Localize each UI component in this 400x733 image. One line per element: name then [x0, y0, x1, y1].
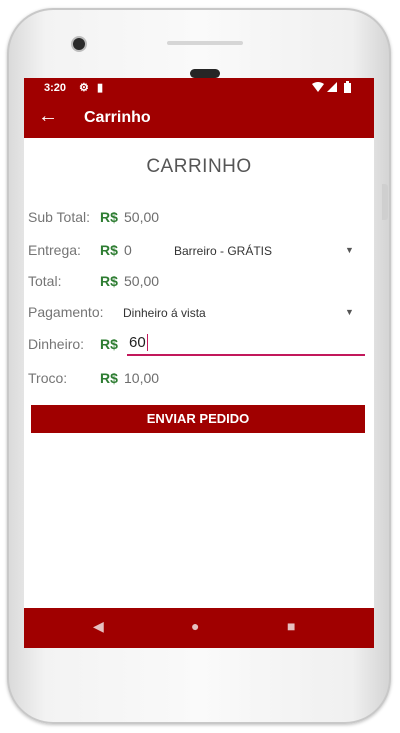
entrega-select[interactable]: Barreiro - GRÁTIS ▼ [169, 238, 359, 262]
chevron-down-icon: ▼ [345, 307, 354, 317]
earpiece-speaker [190, 69, 220, 78]
dinheiro-input-value: 60 [129, 334, 146, 351]
sd-card-icon: ▮ [97, 82, 104, 94]
nav-bar: ◀ ● ■ [24, 608, 374, 648]
top-slit [167, 41, 243, 45]
dinheiro-currency: R$ [100, 336, 118, 352]
subtotal-value: 50,00 [124, 209, 160, 225]
screen: 3:20 ⚙ ▮ ← Carrinho CARRINHO Sub Total: … [24, 78, 374, 648]
app-bar-title: Carrinho [84, 109, 151, 126]
total-value: 50,00 [124, 273, 160, 289]
nav-recents-icon[interactable]: ■ [287, 618, 295, 634]
arrow-left-icon[interactable]: ← [38, 105, 58, 128]
status-time: 3:20 [44, 82, 67, 94]
troco-label: Troco: [28, 370, 68, 386]
entrega-value: 0 [124, 242, 132, 258]
total-label: Total: [28, 273, 62, 289]
dinheiro-label: Dinheiro: [28, 336, 85, 352]
pagamento-label: Pagamento: [28, 304, 104, 320]
subtotal-label: Sub Total: [28, 209, 91, 225]
entrega-label: Entrega: [28, 242, 81, 258]
entrega-select-value: Barreiro - GRÁTIS [174, 244, 273, 258]
input-underline [127, 354, 365, 356]
page-title: CARRINHO [146, 156, 252, 177]
nav-home-icon[interactable]: ● [191, 618, 199, 634]
enviar-pedido-button[interactable]: ENVIAR PEDIDO [31, 405, 365, 433]
dinheiro-input[interactable]: 60 [127, 330, 365, 356]
subtotal-currency: R$ [100, 209, 118, 225]
status-bar: 3:20 ⚙ ▮ [24, 78, 374, 98]
chevron-down-icon: ▼ [345, 245, 354, 255]
cart-content: CARRINHO Sub Total: R$ 50,00 Entrega: R$… [24, 138, 374, 608]
total-currency: R$ [100, 273, 118, 289]
wifi-icon [312, 82, 324, 92]
troco-currency: R$ [100, 370, 118, 386]
entrega-currency: R$ [100, 242, 118, 258]
front-camera [73, 38, 85, 50]
signal-icon [327, 82, 337, 92]
power-button [382, 184, 388, 220]
pagamento-select-value: Dinheiro á vista [123, 306, 206, 320]
text-caret [147, 334, 148, 351]
battery-icon [344, 81, 351, 93]
gear-icon: ⚙ [79, 82, 89, 94]
nav-back-icon[interactable]: ◀ [93, 618, 104, 635]
app-bar: ← Carrinho [24, 98, 374, 138]
troco-value: 10,00 [124, 370, 160, 386]
pagamento-select[interactable]: Dinheiro á vista ▼ [119, 300, 359, 324]
